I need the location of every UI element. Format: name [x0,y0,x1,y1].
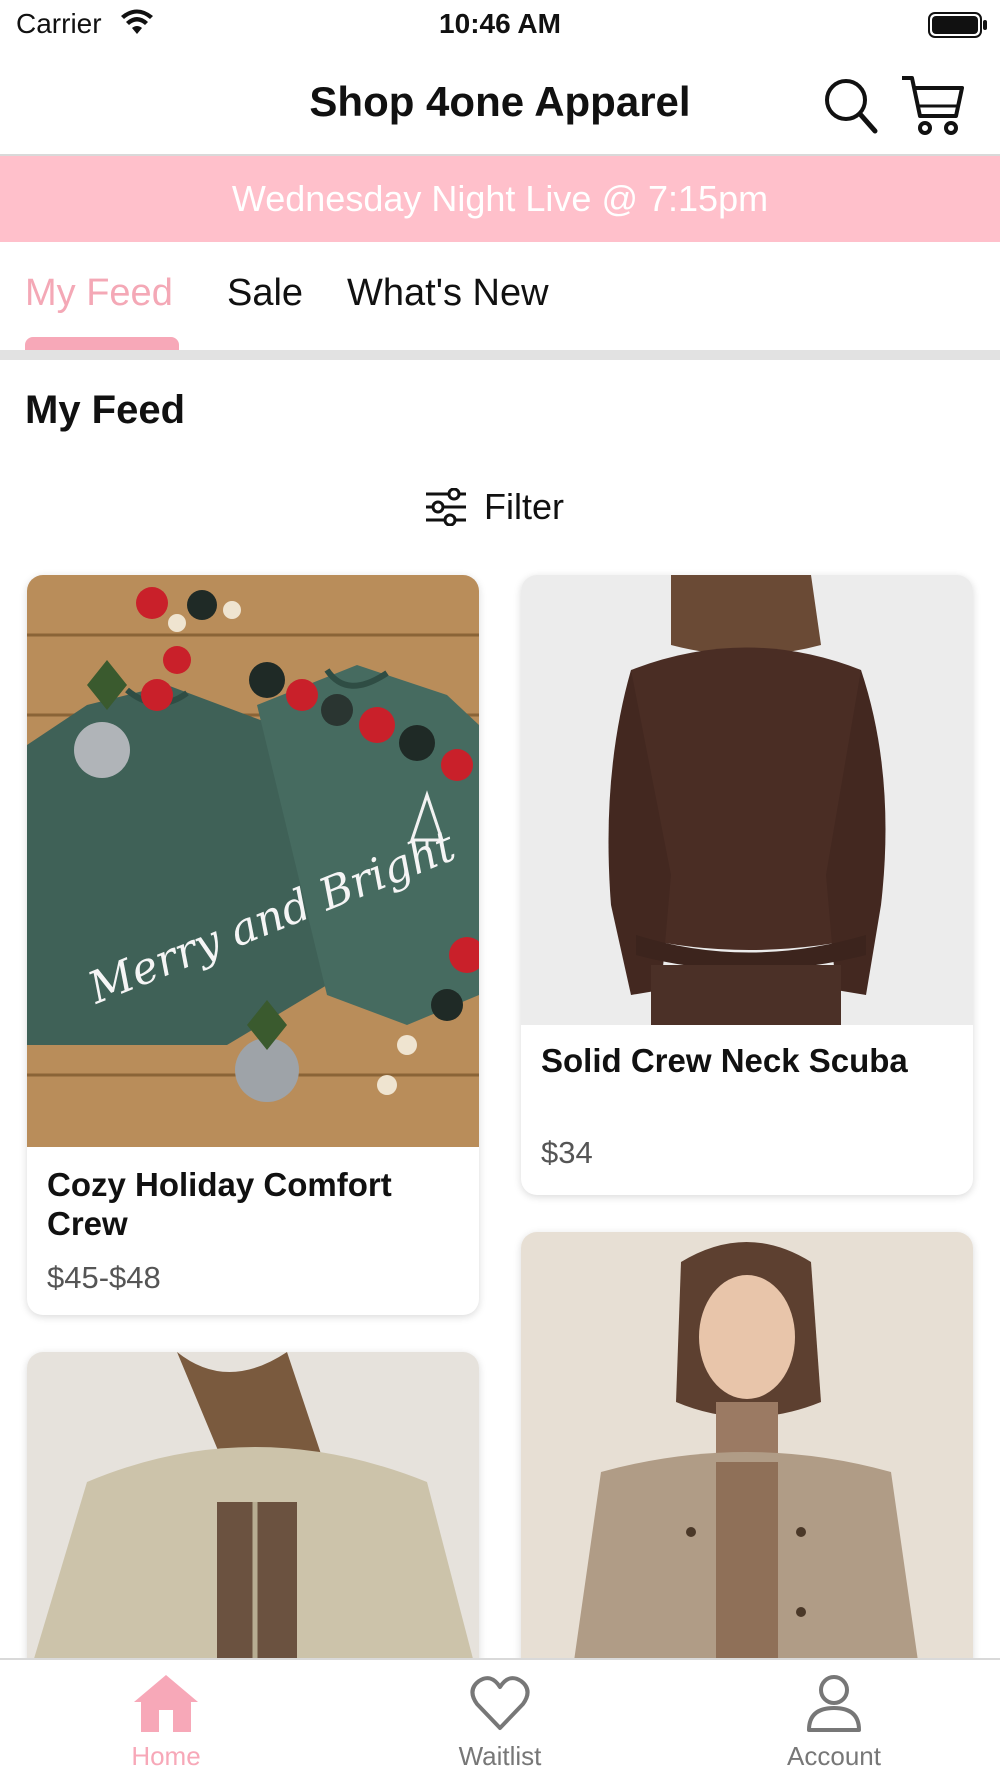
promo-banner[interactable]: Wednesday Night Live @ 7:15pm [0,156,1000,242]
tab-sale[interactable]: Sale [227,272,303,315]
product-image [27,1352,479,1682]
account-icon [807,1675,861,1732]
product-image [521,1232,973,1682]
tabs-divider [0,350,1000,360]
active-tab-indicator [25,337,179,351]
nav-home-label: Home [131,1741,201,1771]
product-card[interactable]: Merry and Bright Cozy Holiday Comfort Cr… [27,575,479,1315]
product-card[interactable] [27,1352,479,1682]
product-name: Cozy Holiday Comfort Crew [47,1166,392,1242]
home-icon [134,1675,198,1732]
tab-my-feed[interactable]: My Feed [25,272,173,315]
clock: 10:46 AM [439,8,561,39]
product-image: Merry and Bright [27,575,479,1147]
banner-text: Wednesday Night Live @ 7:15pm [231,178,769,219]
battery-icon [928,12,987,38]
nav-home[interactable]: Home [86,1672,246,1772]
filter-label: Filter [484,486,564,527]
nav-waitlist-label: Waitlist [458,1741,542,1771]
search-icon[interactable] [822,76,878,136]
heart-icon [470,1676,530,1730]
section-title: My Feed [25,388,186,432]
product-price: $45-$48 [47,1260,161,1295]
product-name: Solid Crew Neck Scuba [541,1042,908,1079]
filter-sliders-icon [426,488,466,526]
product-card[interactable]: Solid Crew Neck Scuba $34 [521,575,973,1195]
status-bar: Carrier 10:46 AM [0,0,1000,50]
tab-bar-top: My Feed Sale What's New [0,242,1000,351]
product-price: $34 [541,1135,593,1170]
nav-account-label: Account [787,1741,881,1771]
nav-waitlist[interactable]: Waitlist [420,1672,580,1772]
bottom-tab-bar: Home Waitlist Account [0,1658,1000,1780]
tab-whats-new[interactable]: What's New [347,272,549,315]
nav-account[interactable]: Account [754,1672,914,1772]
product-image [521,575,973,1025]
product-card[interactable] [521,1232,973,1682]
cart-icon[interactable] [900,72,966,138]
filter-button[interactable]: Filter [424,484,564,530]
app-header: Shop 4one Apparel [0,58,1000,154]
